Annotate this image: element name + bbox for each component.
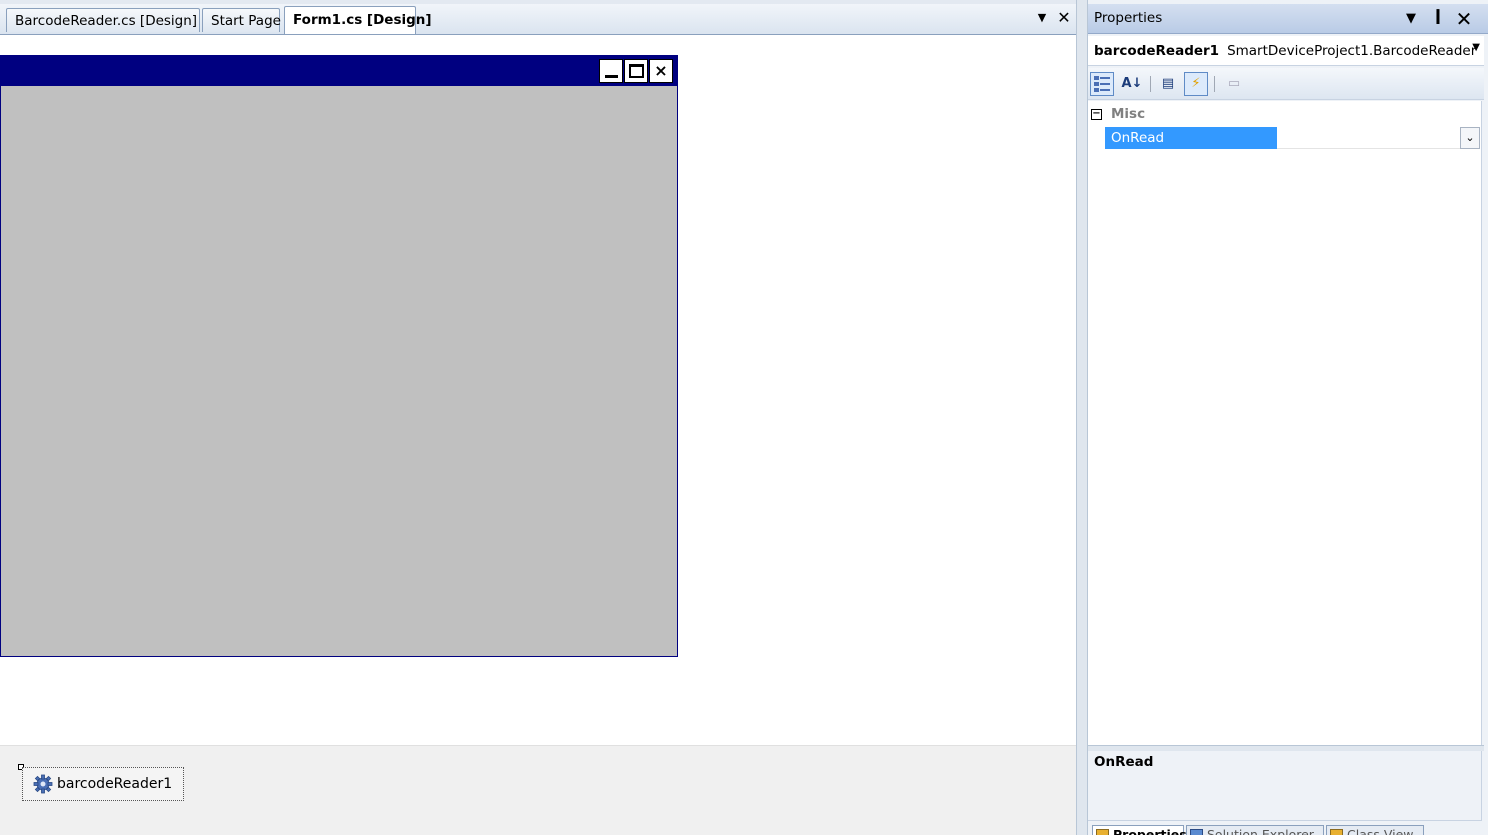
property-name[interactable]: OnRead: [1105, 127, 1277, 149]
object-type: SmartDeviceProject1.BarcodeReader: [1227, 42, 1477, 59]
form1-window[interactable]: ×: [0, 55, 678, 657]
alphabetical-icon[interactable]: A↓: [1120, 72, 1144, 96]
properties-tab-icon: [1096, 829, 1109, 835]
close-icon[interactable]: ✕: [1454, 9, 1474, 29]
dropdown-arrow-icon[interactable]: ▼: [1033, 8, 1051, 28]
toolbar-separator: [1214, 76, 1215, 92]
panel-splitter[interactable]: [1076, 0, 1088, 835]
maximize-button[interactable]: [624, 59, 648, 83]
property-row-onread[interactable]: OnRead ⌄: [1088, 126, 1482, 150]
tool-window-tabs: Properties Solution Explorer Class View: [1088, 822, 1488, 835]
close-icon: ×: [654, 61, 668, 80]
tab-start-page[interactable]: Start Page: [202, 8, 281, 32]
dropdown-arrow-icon[interactable]: ▼: [1401, 9, 1421, 29]
description-title: OnRead: [1094, 754, 1154, 770]
collapse-icon[interactable]: −: [1091, 108, 1102, 120]
class-view-icon: [1330, 829, 1343, 835]
tab-label: Solution Explorer: [1207, 827, 1314, 835]
chevron-down-icon[interactable]: ▼: [1472, 42, 1480, 53]
properties-title: Properties: [1094, 10, 1163, 26]
component-tray[interactable]: barcodeReader1: [0, 745, 1080, 835]
category-row-misc[interactable]: − Misc: [1088, 103, 1482, 125]
toolbar-separator: [1150, 76, 1151, 92]
close-icon[interactable]: ✕: [1055, 8, 1073, 28]
tab-label: Class View: [1347, 827, 1414, 835]
form-close-button[interactable]: ×: [649, 59, 673, 83]
tray-item-barcodereader1[interactable]: barcodeReader1: [22, 767, 184, 801]
maximize-icon: [629, 64, 644, 78]
document-tab-strip: BarcodeReader.cs [Design] Start Page For…: [0, 0, 1488, 36]
property-grid: − Misc OnRead ⌄: [1088, 101, 1482, 745]
properties-icon[interactable]: ▤: [1156, 72, 1180, 96]
form-caption-bar[interactable]: ×: [1, 56, 677, 86]
properties-window: Properties ▼ ꟾ ✕ barcodeReader1 SmartDev…: [1088, 0, 1488, 835]
tab-barcodereader-design[interactable]: BarcodeReader.cs [Design]: [6, 8, 200, 32]
categorized-icon[interactable]: [1090, 72, 1114, 96]
solution-explorer-icon: [1190, 829, 1203, 835]
pin-icon[interactable]: ꟾ: [1428, 9, 1448, 29]
object-selector[interactable]: barcodeReader1 SmartDeviceProject1.Barco…: [1088, 36, 1484, 66]
property-pages-icon[interactable]: ▭: [1222, 72, 1246, 96]
category-label: Misc: [1111, 106, 1146, 122]
properties-toolbar: A↓ ▤ ⚡ ▭: [1088, 68, 1484, 100]
tab-class-view[interactable]: Class View: [1326, 825, 1424, 835]
gear-icon: [33, 774, 53, 794]
events-lightning-icon[interactable]: ⚡: [1184, 72, 1208, 96]
chevron-down-icon[interactable]: ⌄: [1460, 127, 1480, 149]
tab-properties[interactable]: Properties: [1092, 825, 1187, 835]
tab-label: Properties: [1113, 827, 1187, 835]
minimize-icon: [605, 75, 618, 78]
tab-form1-design[interactable]: Form1.cs [Design]: [284, 6, 432, 34]
property-value[interactable]: [1277, 127, 1460, 149]
tab-solution-explorer[interactable]: Solution Explorer: [1186, 825, 1324, 835]
minimize-button[interactable]: [599, 59, 623, 83]
object-name: barcodeReader1: [1094, 42, 1220, 59]
properties-title-bar[interactable]: Properties ▼ ꟾ ✕: [1088, 4, 1488, 34]
designer-surface[interactable]: ×: [0, 34, 1080, 745]
tray-item-label: barcodeReader1: [57, 776, 173, 792]
description-pane: OnRead: [1088, 751, 1482, 821]
